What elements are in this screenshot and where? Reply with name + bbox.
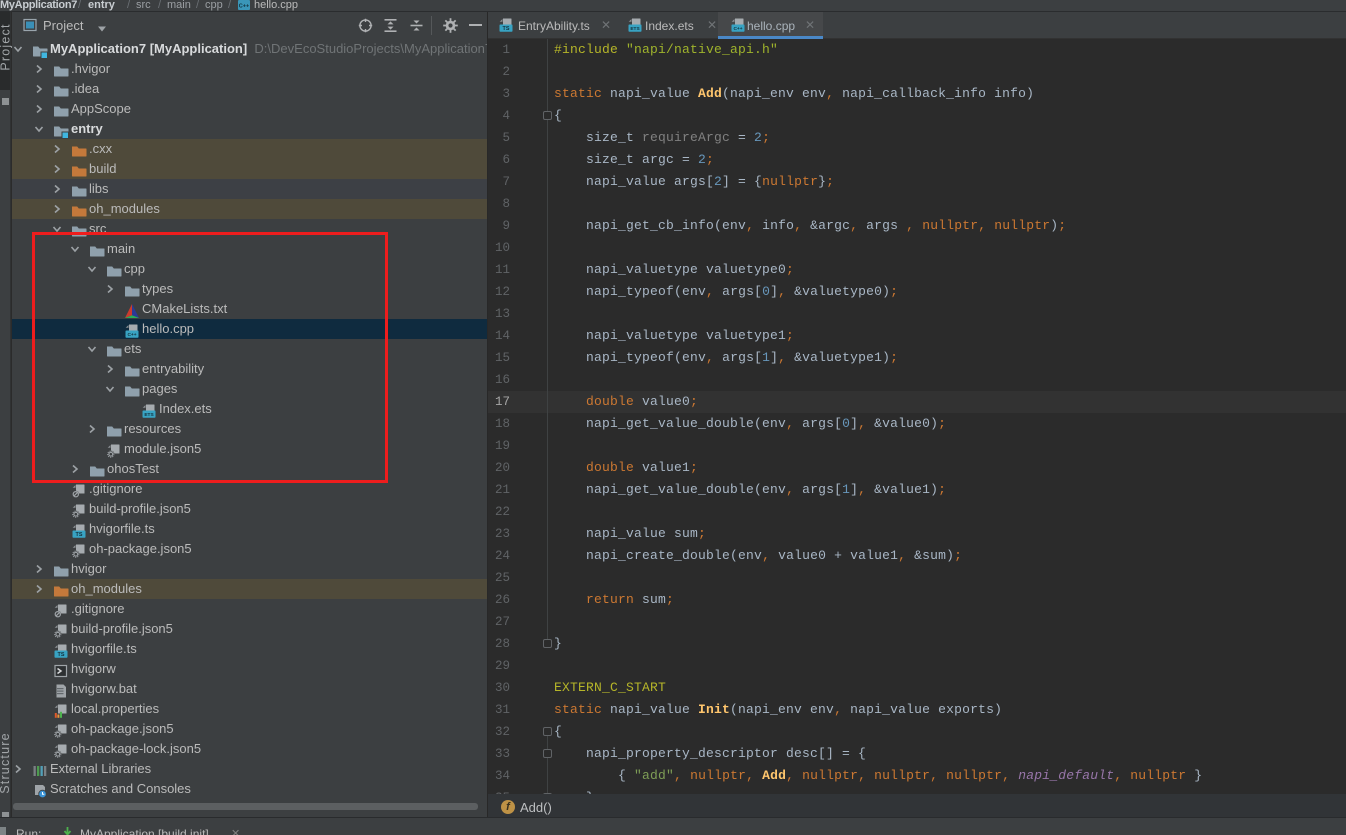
svg-text:C++: C++ [239,4,249,10]
svg-text:C++: C++ [733,26,742,32]
svg-text:TS: TS [503,26,510,32]
svg-text:TS: TS [76,532,83,538]
svg-text:TS: TS [58,652,65,658]
svg-text:ETS: ETS [630,26,640,32]
